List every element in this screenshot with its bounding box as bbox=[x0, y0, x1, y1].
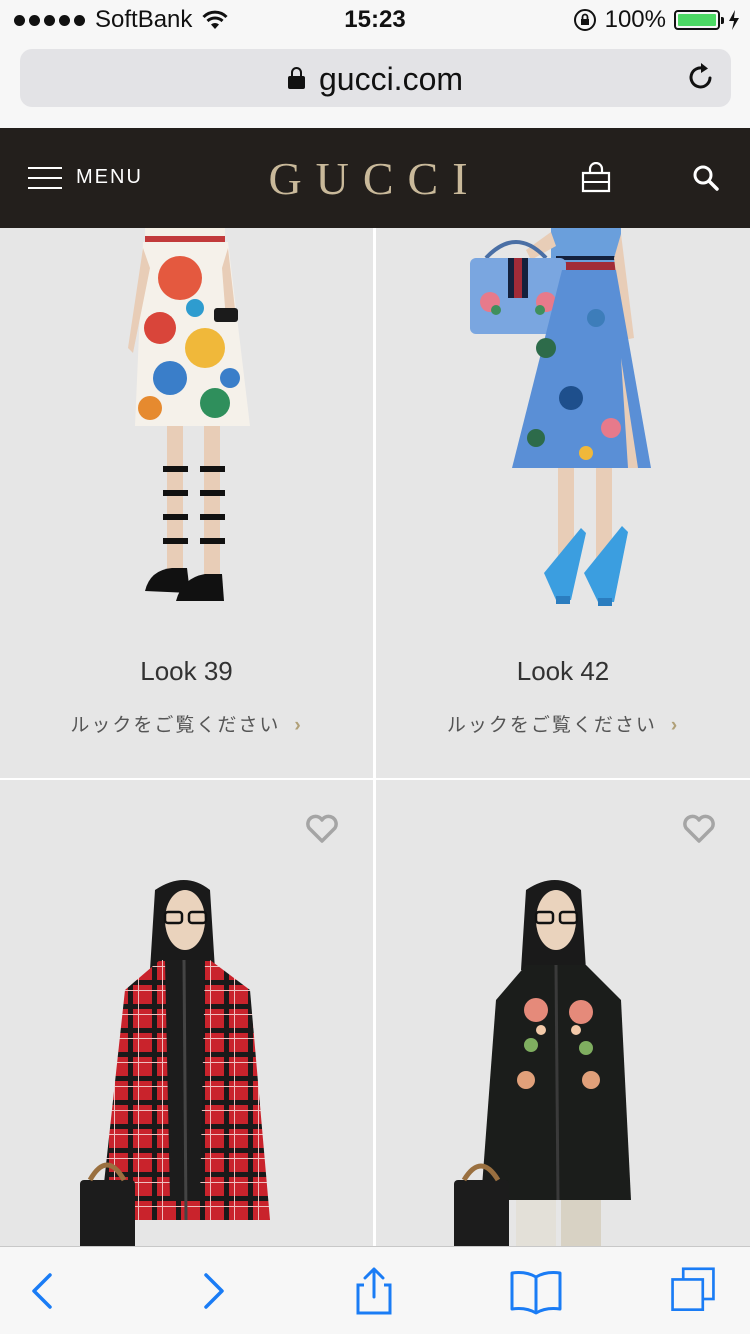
look-title: Look 42 bbox=[516, 656, 610, 686]
address-bar[interactable]: gucci.com bbox=[20, 49, 731, 107]
view-look-label: ルックをご覧ください bbox=[70, 715, 281, 736]
url-display[interactable]: gucci.com bbox=[20, 61, 731, 98]
look-photo bbox=[454, 880, 631, 1246]
look-card[interactable] bbox=[376, 780, 750, 1246]
look-photo bbox=[128, 228, 250, 601]
bookmarks-icon[interactable] bbox=[508, 1267, 564, 1315]
look-card[interactable]: Look 39 ルックをご覧ください › bbox=[0, 228, 373, 778]
status-right: 100% bbox=[573, 6, 740, 34]
tabs-icon[interactable] bbox=[666, 1267, 720, 1315]
lock-icon bbox=[287, 67, 305, 89]
view-look-link[interactable]: ルックをご覧ください › bbox=[376, 710, 750, 737]
browser-toolbar bbox=[0, 1246, 750, 1334]
menu-label: MENU bbox=[76, 166, 143, 188]
view-look-label: ルックをご覧ください bbox=[446, 715, 657, 736]
browser-address-area: gucci.com bbox=[0, 40, 750, 128]
look-photo bbox=[80, 880, 270, 1246]
battery-icon bbox=[674, 10, 724, 30]
battery-percent: 100% bbox=[604, 6, 666, 33]
look-card[interactable] bbox=[0, 780, 373, 1246]
site-header: MENU GUCCI bbox=[0, 128, 750, 228]
looks-grid: Look 39 ルックをご覧ください › Look 42 ルックをご覧ください … bbox=[0, 228, 750, 1246]
search-icon[interactable] bbox=[690, 162, 722, 194]
view-look-link[interactable]: ルックをご覧ください › bbox=[0, 710, 373, 737]
hamburger-icon bbox=[28, 166, 62, 189]
charging-icon bbox=[729, 10, 739, 30]
menu-button[interactable]: MENU bbox=[28, 166, 143, 189]
orientation-lock-icon bbox=[573, 9, 596, 31]
look-photo bbox=[470, 228, 651, 606]
look-title: Look 39 bbox=[140, 656, 233, 686]
look-card[interactable]: Look 42 ルックをご覧ください › bbox=[376, 228, 750, 778]
shopping-bag-icon[interactable] bbox=[580, 162, 612, 194]
back-icon[interactable] bbox=[20, 1267, 68, 1315]
forward-icon[interactable] bbox=[188, 1267, 236, 1315]
reload-icon[interactable] bbox=[685, 61, 717, 93]
chevron-right-icon: › bbox=[294, 715, 303, 736]
share-icon[interactable] bbox=[350, 1267, 398, 1315]
chevron-right-icon: › bbox=[670, 715, 680, 736]
status-bar: SoftBank 15:23 100% bbox=[0, 0, 750, 40]
url-text: gucci.com bbox=[318, 61, 464, 97]
